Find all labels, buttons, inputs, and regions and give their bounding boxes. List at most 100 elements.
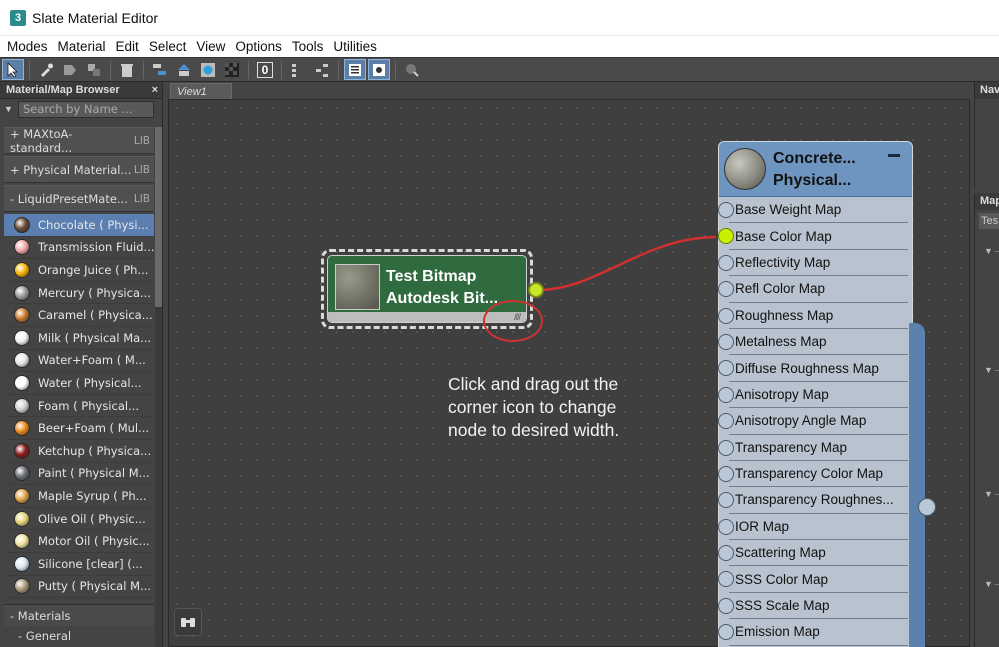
- menu-options[interactable]: Options: [230, 39, 287, 54]
- map-slot[interactable]: Metalness Map: [718, 329, 908, 356]
- physical-material-node[interactable]: Concrete... Physical... Base Weight Map B…: [718, 141, 913, 647]
- show-map-icon[interactable]: [197, 59, 219, 80]
- list-item[interactable]: Mercury ( Physica...: [4, 282, 154, 305]
- map-slot[interactable]: Reflectivity Map: [718, 250, 908, 277]
- physical-node-header[interactable]: Concrete... Physical...: [719, 142, 912, 197]
- toolbar-separator: [110, 60, 111, 79]
- list-item[interactable]: Maple Syrup ( Ph...: [4, 485, 154, 508]
- map-slot[interactable]: Scattering Map: [718, 540, 908, 567]
- select-by-material-icon[interactable]: [401, 59, 423, 80]
- chevron-down-icon[interactable]: ▼: [4, 104, 18, 114]
- chevron-down-icon[interactable]: ▼: [984, 365, 993, 375]
- list-item[interactable]: Chocolate ( Physi...: [4, 214, 154, 237]
- input-port[interactable]: [718, 281, 734, 298]
- input-port[interactable]: [718, 228, 734, 245]
- list-item[interactable]: Olive Oil ( Physic...: [4, 508, 154, 531]
- input-port[interactable]: [718, 333, 734, 350]
- list-item[interactable]: Ketchup ( Physica...: [4, 440, 154, 463]
- map-slot[interactable]: Base Color Map: [718, 223, 908, 250]
- parameter-editor-icon[interactable]: [368, 59, 390, 80]
- input-port[interactable]: [718, 439, 734, 456]
- delete-icon[interactable]: [116, 59, 138, 80]
- input-port[interactable]: [718, 254, 734, 271]
- list-item[interactable]: Beer+Foam ( Mul...: [4, 417, 154, 440]
- material-browser-icon[interactable]: [344, 59, 366, 80]
- map-slot[interactable]: Transparency Map: [718, 435, 908, 461]
- list-item[interactable]: Milk ( Physical Ma...: [4, 327, 154, 350]
- binoculars-icon[interactable]: [174, 608, 202, 636]
- input-port[interactable]: [718, 597, 734, 614]
- list-item[interactable]: Silicone [clear] (...: [4, 553, 154, 576]
- group-materials[interactable]: - Materials: [4, 604, 154, 627]
- map-slot[interactable]: Transparency Roughnes...: [718, 487, 908, 514]
- map-slot[interactable]: SSS Scale Map: [718, 593, 908, 620]
- input-port[interactable]: [718, 518, 734, 535]
- list-item[interactable]: Transmission Fluid...: [4, 237, 154, 260]
- eyedropper-icon[interactable]: [35, 59, 57, 80]
- map-slot[interactable]: Roughness Map: [718, 303, 908, 329]
- list-item[interactable]: Water ( Physical...: [4, 372, 154, 395]
- background-checker-icon[interactable]: [221, 59, 243, 80]
- assign-icon[interactable]: [83, 59, 105, 80]
- map-slot[interactable]: IOR Map: [718, 514, 908, 541]
- input-port[interactable]: [718, 492, 734, 509]
- select-arrow-icon[interactable]: [2, 59, 24, 80]
- subgroup-general[interactable]: - General: [4, 626, 154, 646]
- layout-children-icon[interactable]: [311, 59, 333, 80]
- bitmap-output-port[interactable]: [528, 282, 544, 298]
- input-port[interactable]: [718, 360, 734, 377]
- layout-all-icon[interactable]: [287, 59, 309, 80]
- list-item[interactable]: Caramel ( Physica...: [4, 304, 154, 327]
- map-slot[interactable]: Anisotropy Angle Map: [718, 408, 908, 435]
- input-port[interactable]: [718, 307, 734, 324]
- menu-tools[interactable]: Tools: [287, 39, 329, 54]
- menu-utilities[interactable]: Utilities: [328, 39, 382, 54]
- menu-select[interactable]: Select: [144, 39, 192, 54]
- list-item[interactable]: Paint ( Physical M...: [4, 463, 154, 486]
- library-maxtoa-standard[interactable]: + MAXtoA-standard... LIB: [4, 127, 154, 155]
- close-icon[interactable]: ×: [152, 84, 158, 96]
- chevron-down-icon[interactable]: ▼: [984, 489, 993, 499]
- list-item[interactable]: Motor Oil ( Physic...: [4, 530, 154, 553]
- list-item[interactable]: Foam ( Physical...: [4, 395, 154, 418]
- chevron-down-icon[interactable]: ▼: [984, 579, 993, 589]
- put-to-scene-icon[interactable]: [59, 59, 81, 80]
- library-liquid-preset[interactable]: - LiquidPresetMate... LIB: [4, 185, 154, 212]
- map-slot[interactable]: Diffuse Roughness Map: [718, 355, 908, 382]
- map-slot[interactable]: Anisotropy Map: [718, 382, 908, 409]
- browser-scrollbar[interactable]: [155, 127, 162, 647]
- map-name-field[interactable]: Tes: [979, 213, 999, 229]
- tab-view1[interactable]: View1: [170, 83, 232, 99]
- map-slot[interactable]: Refl Color Map: [718, 276, 908, 303]
- input-port[interactable]: [718, 624, 734, 641]
- input-port[interactable]: [718, 202, 734, 218]
- menu-material[interactable]: Material: [53, 39, 111, 54]
- chevron-down-icon[interactable]: ▼: [984, 246, 993, 256]
- physical-title-line1: Concrete...: [773, 150, 856, 167]
- input-port[interactable]: [718, 545, 734, 562]
- minimize-icon[interactable]: [888, 154, 900, 157]
- map-slot[interactable]: Transparency Color Map: [718, 461, 908, 488]
- zero-icon[interactable]: 0: [254, 59, 276, 80]
- list-item[interactable]: Orange Juice ( Ph...: [4, 259, 154, 282]
- move-children-icon[interactable]: [149, 59, 171, 80]
- menu-modes[interactable]: Modes: [2, 39, 53, 54]
- map-slot[interactable]: Base Weight Map: [718, 197, 908, 224]
- scrollbar-thumb[interactable]: [155, 127, 162, 307]
- menu-edit[interactable]: Edit: [111, 39, 144, 54]
- input-port[interactable]: [718, 413, 734, 430]
- material-label: Transmission Fluid...: [38, 240, 154, 255]
- list-item[interactable]: Putty ( Physical M...: [4, 576, 154, 599]
- hide-node-icon[interactable]: [173, 59, 195, 80]
- map-slot[interactable]: Emission Map: [718, 619, 908, 646]
- input-port[interactable]: [718, 386, 734, 403]
- map-slot[interactable]: SSS Color Map: [718, 566, 908, 593]
- list-item[interactable]: Water+Foam ( M...: [4, 350, 154, 373]
- material-label: Motor Oil ( Physic...: [38, 534, 150, 549]
- search-input[interactable]: Search by Name ...: [18, 100, 154, 118]
- menu-view[interactable]: View: [191, 39, 230, 54]
- input-port[interactable]: [718, 571, 734, 588]
- input-port[interactable]: [718, 465, 734, 482]
- library-physical-material[interactable]: + Physical Material... LIB: [4, 156, 154, 183]
- physical-output-port[interactable]: [918, 498, 936, 516]
